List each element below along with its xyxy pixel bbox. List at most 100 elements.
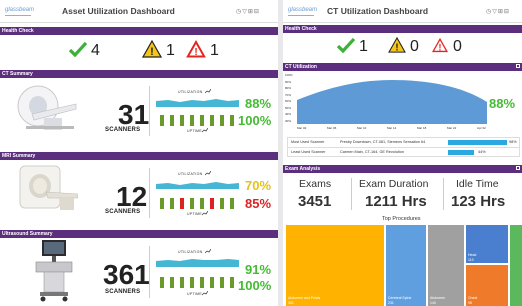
ct-scanner-image <box>17 85 77 130</box>
exam-duration-label: Exam Duration <box>359 178 429 190</box>
treemap-tile-value: 231 <box>388 301 394 305</box>
treemap-tile-label: Head <box>468 253 477 257</box>
ct-utilization-header: CT Utilization <box>283 63 522 71</box>
header-bar: glassbeam CT Utilization Dashboard ◷▽⊞⊟ <box>283 0 522 23</box>
header-bar: glassbeam Asset Utilization Dashboard ◷▽… <box>0 0 278 23</box>
ultrasound-utilization-pct: 91% <box>245 262 272 277</box>
y-tick-label: 50% <box>285 105 292 110</box>
y-tick-label: 70% <box>285 92 292 97</box>
exams-label: Exams <box>299 178 332 190</box>
print-icon[interactable]: ⊟ <box>254 9 260 15</box>
health-warning-count: 1 <box>166 42 175 59</box>
row-label: Most Used Scanner <box>291 140 325 144</box>
treemap-tile[interactable]: Head 119 <box>466 225 508 263</box>
ct-uptime-pct: 100% <box>238 113 272 128</box>
x-tick-label: Mar 22 <box>447 126 457 130</box>
ct-scanners-label: SCANNERS <box>105 127 141 133</box>
logo-underline <box>288 15 314 16</box>
chart-icon <box>202 128 208 133</box>
top-procedures-treemap: Abdomen and Pelvis 361 Cerebral Spine 231 Ab… <box>286 225 522 306</box>
asset-utilization-panel: glassbeam Asset Utilization Dashboard ◷▽… <box>0 0 278 306</box>
top-procedures-title: Top Procedures <box>382 216 421 222</box>
chart-icon <box>205 249 211 254</box>
ct-utilization-sparkline <box>156 99 239 107</box>
x-tick-label: Mar 02 <box>297 126 307 130</box>
treemap-tile[interactable] <box>510 225 522 306</box>
exams-value: 3451 <box>298 193 332 210</box>
ultrasound-scanner-count: 361 <box>103 259 150 290</box>
warning-icon: ! <box>142 40 162 58</box>
chart-icon <box>205 171 211 176</box>
svg-text:!: ! <box>395 42 398 53</box>
y-tick-label: 100% <box>285 73 293 77</box>
treemap-tile[interactable]: Abdomen 140 <box>428 225 464 306</box>
usage-bar <box>448 140 507 145</box>
idle-time-value: 123 Hrs <box>451 193 506 210</box>
row-pct: 98% <box>509 140 517 144</box>
treemap-tile-value: 361 <box>288 301 294 305</box>
mri-scanners-label: SCANNERS <box>105 209 141 215</box>
svg-text:!: ! <box>194 47 197 58</box>
ultrasound-scanners-label: SCANNERS <box>105 289 141 295</box>
health-check-header: Health Check <box>0 27 278 35</box>
table-row: Least Used Scanner Carmen Main, CT-164, … <box>288 148 519 157</box>
mri-uptime-pct: 85% <box>245 196 272 211</box>
ct-summary-header: CT Summary <box>0 70 278 78</box>
mri-scanner-image <box>19 165 78 210</box>
exam-duration-value: 1211 Hrs <box>365 193 427 210</box>
x-tick-label: Mar 06 <box>327 126 337 130</box>
critical-alert-icon: ! <box>432 37 448 52</box>
treemap-tile-value: 119 <box>468 258 474 262</box>
treemap-tile[interactable]: Abdomen and Pelvis 361 <box>286 225 384 306</box>
chart-icon <box>202 211 208 216</box>
print-icon[interactable]: ⊟ <box>504 9 510 15</box>
idle-time-label: Idle Time <box>456 178 499 190</box>
chart-icon <box>202 291 208 296</box>
expand-icon[interactable] <box>516 166 520 170</box>
health-ok-count: 1 <box>359 38 368 55</box>
table-row: Most Used Scanner Presby Downtown, CT-08… <box>288 138 519 148</box>
page-title: CT Utilization Dashboard <box>327 6 429 16</box>
row-value: Carmen Main, CT-164, GE Revolution <box>340 150 404 154</box>
y-tick-label: 40% <box>285 112 292 116</box>
warning-icon: ! <box>388 37 406 53</box>
y-tick-label: 90% <box>285 79 292 84</box>
ct-utilization-pct: 88% <box>489 96 516 111</box>
exam-analysis-title: Exam Analysis <box>285 166 321 172</box>
ultrasound-summary-header: Ultrasound Summary <box>0 230 278 238</box>
x-tick-label: Apr 02 <box>477 126 486 130</box>
health-warning-count: 0 <box>410 38 419 55</box>
mri-summary-header: MRI Summary <box>0 152 278 160</box>
ct-utilization-label: UTILIZATION <box>178 90 203 94</box>
ct-uptime-label: UPTIME <box>187 129 203 133</box>
ultrasound-machine-image <box>35 240 73 302</box>
mri-utilization-label: UTILIZATION <box>178 172 203 176</box>
ct-utilization-area-chart <box>297 80 487 124</box>
ultrasound-utilization-sparkline <box>156 259 239 267</box>
health-ok-count: 4 <box>91 42 100 59</box>
treemap-tile[interactable]: Cerebral Spine 231 <box>386 225 426 306</box>
svg-text:!: ! <box>150 46 154 58</box>
mri-utilization-pct: 70% <box>245 178 272 193</box>
health-critical-count: 0 <box>453 38 462 55</box>
usage-bar <box>448 150 475 155</box>
ultrasound-uptime-label: UPTIME <box>187 292 203 296</box>
treemap-tile-value: 98 <box>468 301 472 305</box>
health-check-header: Health Check <box>283 25 522 33</box>
y-tick-label: 60% <box>285 99 292 103</box>
treemap-tile[interactable]: Chest 98 <box>466 265 508 306</box>
row-value: Presby Downtown, CT-081, Siemens Sensati… <box>340 140 426 144</box>
logo-underline <box>5 15 31 16</box>
exam-analysis-header: Exam Analysis <box>283 165 522 173</box>
treemap-tile-label: Abdomen <box>430 296 445 300</box>
glassbeam-logo: glassbeam <box>5 7 35 13</box>
mri-uptime-label: UPTIME <box>187 212 203 216</box>
expand-icon[interactable] <box>516 64 520 68</box>
row-pct: 44% <box>478 150 486 154</box>
ct-utilization-panel: glassbeam CT Utilization Dashboard ◷▽⊞⊟ … <box>283 0 522 306</box>
y-tick-label: 30% <box>285 118 292 123</box>
ct-utilization-title: CT Utilization <box>285 64 317 70</box>
critical-alert-icon: ! <box>186 40 206 58</box>
check-icon <box>337 38 355 53</box>
scanner-usage-table: Most Used Scanner Presby Downtown, CT-08… <box>287 137 520 157</box>
